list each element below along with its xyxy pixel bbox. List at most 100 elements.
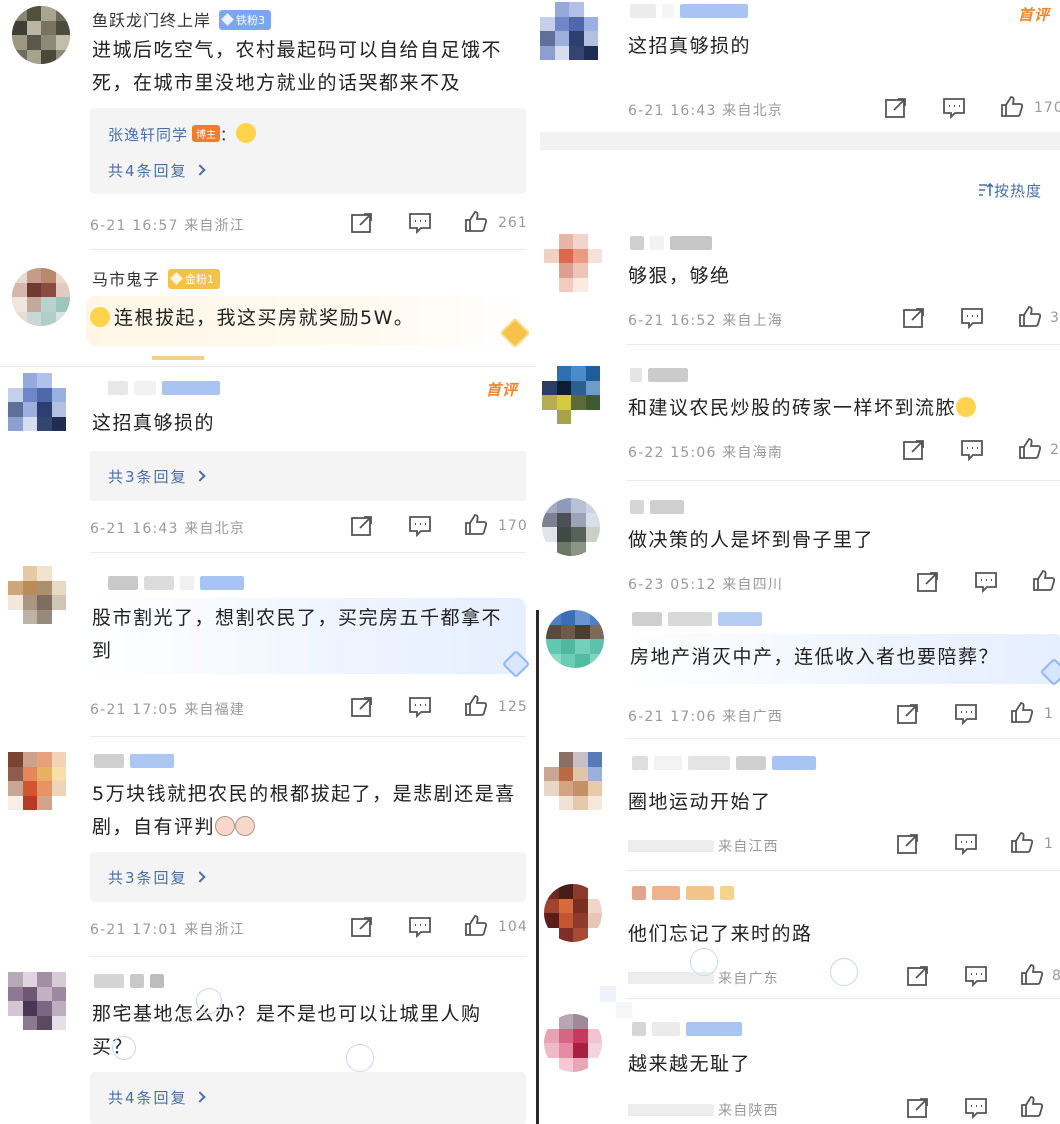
comment-icon[interactable] <box>974 571 998 593</box>
share-icon[interactable] <box>902 307 926 329</box>
avatar[interactable] <box>12 268 70 326</box>
sort-by-hot-button[interactable]: 按热度 <box>978 180 1042 201</box>
share-icon[interactable] <box>906 1097 930 1119</box>
like-icon[interactable] <box>464 914 488 936</box>
comment-meta: 6-23 05:12 来自四川 <box>628 577 784 593</box>
sort-icon <box>978 182 994 201</box>
avatar[interactable] <box>542 498 600 556</box>
avatar[interactable] <box>12 6 70 64</box>
reply-preview-line: 张逸轩同学 博主： <box>108 123 257 145</box>
like-count: 170 <box>1034 100 1060 116</box>
like-count: 2 <box>1050 442 1060 458</box>
comment-icon[interactable] <box>954 703 978 725</box>
comment-text: 做决策的人是坏到骨子里了 <box>628 529 875 551</box>
avatar[interactable] <box>544 752 602 810</box>
blur-patch <box>616 1002 632 1018</box>
view-replies-link[interactable]: 共3条回复 <box>108 466 206 487</box>
like-icon[interactable] <box>1032 569 1056 591</box>
share-icon[interactable] <box>916 571 940 593</box>
username-blurred[interactable] <box>94 754 174 768</box>
comment-item: 股市割光了，想割农民了，买完房五千都拿不到 6-21 17:05 来自福建 12… <box>0 558 536 738</box>
like-icon[interactable] <box>464 694 488 716</box>
comment-icon[interactable] <box>408 916 432 938</box>
comment-meta: 6-21 17:01 来自浙江 <box>90 922 246 938</box>
username-blurred[interactable] <box>632 612 762 626</box>
comment-meta: 6-21 17:06 来自广西 <box>628 709 784 725</box>
username-blurred[interactable] <box>108 381 220 395</box>
like-icon[interactable] <box>1018 437 1042 459</box>
divider <box>90 956 526 957</box>
divider <box>626 480 1060 481</box>
comment-text: 够狠，够绝 <box>628 265 731 287</box>
share-icon[interactable] <box>896 833 920 855</box>
divider <box>90 736 526 737</box>
avatar[interactable] <box>544 1014 602 1072</box>
comment-icon[interactable] <box>964 965 988 987</box>
like-count: 1 <box>1044 706 1054 722</box>
username[interactable]: 马市鬼子 金粉1 <box>92 266 221 290</box>
like-icon[interactable] <box>464 513 488 535</box>
loading-ring <box>112 1036 136 1060</box>
username-blurred[interactable] <box>630 368 688 382</box>
avatar[interactable] <box>542 366 600 424</box>
like-icon[interactable] <box>1000 95 1024 117</box>
comment-item: 那宅基地怎么办？是不是也可以让城里人购买？ 共4条回复 <box>0 964 536 1124</box>
loading-ring <box>690 948 718 976</box>
like-icon[interactable] <box>1010 831 1034 853</box>
avatar[interactable] <box>8 566 66 624</box>
share-icon[interactable] <box>896 703 920 725</box>
share-icon[interactable] <box>902 439 926 461</box>
username-blurred[interactable] <box>630 236 712 250</box>
comment-icon[interactable] <box>964 1097 988 1119</box>
reply-preview[interactable] <box>90 108 526 194</box>
share-icon[interactable] <box>906 965 930 987</box>
view-replies-link[interactable]: 共3条回复 <box>108 867 206 888</box>
comment-icon[interactable] <box>408 212 432 234</box>
username-blurred[interactable] <box>630 500 684 514</box>
share-icon[interactable] <box>350 916 374 938</box>
username[interactable]: 鱼跃龙门终上岸 铁粉3 <box>92 7 272 31</box>
like-icon[interactable] <box>464 210 488 232</box>
username-blurred[interactable] <box>632 756 816 770</box>
diamond-icon <box>221 13 234 26</box>
avatar[interactable] <box>8 972 66 1030</box>
avatar[interactable] <box>546 610 604 668</box>
share-icon[interactable] <box>350 212 374 234</box>
comment-icon[interactable] <box>408 696 432 718</box>
username-blurred[interactable] <box>630 4 748 18</box>
avatar[interactable] <box>544 234 602 292</box>
share-icon[interactable] <box>884 97 908 119</box>
share-icon[interactable] <box>350 696 374 718</box>
comment-meta: 6-21 16:52 来自上海 <box>628 313 784 329</box>
comment-icon[interactable] <box>408 515 432 537</box>
left-screenshot: 鱼跃龙门终上岸 铁粉3 进城后吃空气，农村最起码可以自给自足饿不死，在城市里没地方… <box>0 0 536 1124</box>
avatar[interactable] <box>8 752 66 810</box>
avatar[interactable] <box>540 2 598 60</box>
comment-icon[interactable] <box>960 307 984 329</box>
username-blurred[interactable] <box>632 886 734 900</box>
view-replies-link[interactable]: 共4条回复 <box>108 160 206 181</box>
share-icon[interactable] <box>350 515 374 537</box>
like-icon[interactable] <box>1018 305 1042 327</box>
avatar[interactable] <box>544 884 602 942</box>
comment-icon[interactable] <box>942 97 966 119</box>
comment-icon[interactable] <box>960 439 984 461</box>
username-blurred[interactable] <box>108 576 244 590</box>
like-icon[interactable] <box>1020 963 1044 985</box>
view-replies-link[interactable]: 共4条回复 <box>108 1087 206 1108</box>
like-icon[interactable] <box>1020 1095 1044 1117</box>
avatar[interactable] <box>8 373 66 431</box>
comment-icon[interactable] <box>954 833 978 855</box>
comment-meta: 6-21 16:43 来自北京 <box>90 521 246 537</box>
comment-text: 这招真够损的 <box>92 412 216 434</box>
comment-item: 够狠，够绝 6-21 16:52 来自上海 3 <box>540 228 1060 346</box>
loading-ring <box>830 958 858 986</box>
username-blurred[interactable] <box>632 1022 742 1036</box>
chevron-right-icon <box>193 1091 206 1103</box>
emoji-icon <box>90 307 110 327</box>
username-blurred[interactable] <box>94 974 164 988</box>
like-icon[interactable] <box>1010 701 1034 723</box>
comment-item: 首评 这招真够损的 6-21 16:43 来自北京 170 <box>540 0 1060 130</box>
comment-item: 越来越无耻了 来自陕西 <box>540 986 1060 1124</box>
comment-item: 圈地运动开始了 来自江西 1 <box>540 748 1060 872</box>
